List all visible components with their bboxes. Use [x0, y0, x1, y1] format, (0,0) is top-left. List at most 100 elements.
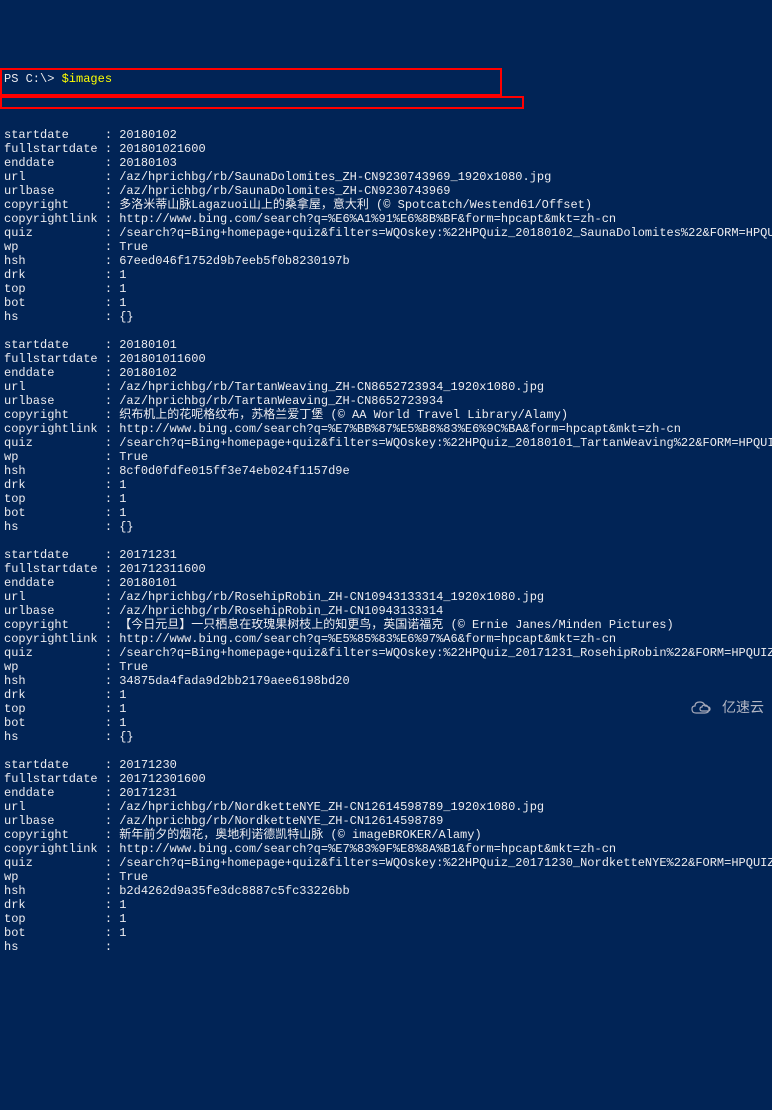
separator: :	[105, 618, 119, 632]
value-text: {}	[119, 520, 133, 534]
key-label: hs	[4, 940, 105, 954]
output-row-top: top : 1	[4, 492, 768, 506]
separator: :	[105, 128, 119, 142]
separator: :	[105, 772, 119, 786]
separator: :	[105, 730, 119, 744]
key-label: drk	[4, 688, 105, 702]
value-text: 织布机上的花呢格纹布，苏格兰爱丁堡 (© AA World Travel Lib…	[119, 408, 568, 422]
output-row-enddate: enddate : 20180103	[4, 156, 768, 170]
key-label: drk	[4, 268, 105, 282]
key-label: urlbase	[4, 394, 105, 408]
output-row-copyrightlink: copyrightlink : http://www.bing.com/sear…	[4, 212, 768, 226]
value-text: 20180102	[119, 366, 177, 380]
separator: :	[105, 758, 119, 772]
key-label: startdate	[4, 548, 105, 562]
output-row-quiz: quiz : /search?q=Bing+homepage+quiz&filt…	[4, 226, 768, 240]
separator: :	[105, 198, 119, 212]
separator: :	[105, 464, 119, 478]
value-text: 20180101	[119, 576, 177, 590]
value-text: http://www.bing.com/search?q=%E6%A1%91%E…	[119, 212, 616, 226]
key-label: hsh	[4, 884, 105, 898]
value-text: 20171231	[119, 548, 177, 562]
powershell-terminal[interactable]: PS C:\> $images startdate : 20180102full…	[0, 56, 772, 970]
key-label: bot	[4, 716, 105, 730]
key-label: hs	[4, 730, 105, 744]
output-area: startdate : 20180102 fullstartdate : 2018…	[4, 128, 768, 954]
output-row-url: url : /az/hprichbg/rb/TartanWeaving_ZH-C…	[4, 380, 768, 394]
key-label: hs	[4, 520, 105, 534]
key-label: hsh	[4, 464, 105, 478]
output-row-hsh: hsh : b2d4262d9a35fe3dc8887c5fc33226bb	[4, 884, 768, 898]
separator: :	[105, 506, 119, 520]
key-label: copyright	[4, 408, 105, 422]
output-row-enddate: enddate : 20171231	[4, 786, 768, 800]
output-row-bot: bot : 1	[4, 506, 768, 520]
separator: :	[105, 702, 119, 716]
value-text: /az/hprichbg/rb/NordketteNYE_ZH-CN126145…	[119, 800, 544, 814]
output-row-fullstartdate: fullstartdate : 201712311600	[4, 562, 768, 576]
key-label: top	[4, 282, 105, 296]
output-row-bot: bot : 1	[4, 716, 768, 730]
value-text: /az/hprichbg/rb/NordketteNYE_ZH-CN126145…	[119, 814, 443, 828]
key-label: copyright	[4, 828, 105, 842]
separator: :	[105, 786, 119, 800]
separator: :	[105, 352, 119, 366]
value-text: 8cf0d0fdfe015ff3e74eb024f1157d9e	[119, 464, 349, 478]
output-row-drk: drk : 1	[4, 268, 768, 282]
separator: :	[105, 436, 119, 450]
key-label: bot	[4, 926, 105, 940]
key-label: enddate	[4, 786, 105, 800]
output-row-startdate: startdate : 20171231	[4, 548, 768, 562]
key-label: fullstartdate	[4, 772, 105, 786]
separator: :	[105, 268, 119, 282]
value-text: 1	[119, 688, 126, 702]
value-text: b2d4262d9a35fe3dc8887c5fc33226bb	[119, 884, 349, 898]
separator: :	[105, 800, 119, 814]
key-label: copyrightlink	[4, 842, 105, 856]
separator: :	[105, 828, 119, 842]
value-text: 1	[119, 912, 126, 926]
output-row-copyright: copyright : 织布机上的花呢格纹布，苏格兰爱丁堡 (© AA Worl…	[4, 408, 768, 422]
key-label: wp	[4, 870, 105, 884]
separator: :	[105, 450, 119, 464]
separator: :	[105, 380, 119, 394]
separator: :	[105, 646, 119, 660]
output-row-copyright: copyright : 多洛米蒂山脉Lagazuoi山上的桑拿屋，意大利 (© …	[4, 198, 768, 212]
separator: :	[105, 604, 119, 618]
output-row-urlbase: urlbase : /az/hprichbg/rb/TartanWeaving_…	[4, 394, 768, 408]
value-text: 201801011600	[119, 352, 205, 366]
output-row-hsh: hsh : 34875da4fada9d2bb2179aee6198bd20	[4, 674, 768, 688]
value-text: 201712301600	[119, 772, 205, 786]
output-row-top: top : 1	[4, 702, 768, 716]
key-label: quiz	[4, 856, 105, 870]
value-text: /az/hprichbg/rb/SaunaDolomites_ZH-CN9230…	[119, 170, 551, 184]
key-label: enddate	[4, 156, 105, 170]
key-label: bot	[4, 296, 105, 310]
value-text: http://www.bing.com/search?q=%E5%85%83%E…	[119, 632, 616, 646]
value-text: 67eed046f1752d9b7eeb5f0b8230197b	[119, 254, 349, 268]
key-label: wp	[4, 240, 105, 254]
value-text: http://www.bing.com/search?q=%E7%BB%87%E…	[119, 422, 681, 436]
value-text: 1	[119, 716, 126, 730]
value-text: /search?q=Bing+homepage+quiz&filters=WQO…	[119, 856, 772, 870]
cloud-icon	[688, 697, 716, 717]
key-label: copyrightlink	[4, 632, 105, 646]
watermark: 亿速云	[688, 697, 764, 717]
separator: :	[105, 940, 119, 954]
output-row-copyrightlink: copyrightlink : http://www.bing.com/sear…	[4, 422, 768, 436]
separator: :	[105, 842, 119, 856]
key-label: top	[4, 912, 105, 926]
value-text: http://www.bing.com/search?q=%E7%83%9F%E…	[119, 842, 616, 856]
separator: :	[105, 156, 119, 170]
separator: :	[105, 674, 119, 688]
separator: :	[105, 408, 119, 422]
annotation-box-2	[0, 96, 524, 109]
output-row-hs: hs : {}	[4, 310, 768, 324]
separator: :	[105, 520, 119, 534]
value-text: True	[119, 660, 148, 674]
key-label: urlbase	[4, 184, 105, 198]
output-row-wp: wp : True	[4, 870, 768, 884]
key-label: hsh	[4, 674, 105, 688]
output-row-url: url : /az/hprichbg/rb/SaunaDolomites_ZH-…	[4, 170, 768, 184]
value-text: 1	[119, 478, 126, 492]
